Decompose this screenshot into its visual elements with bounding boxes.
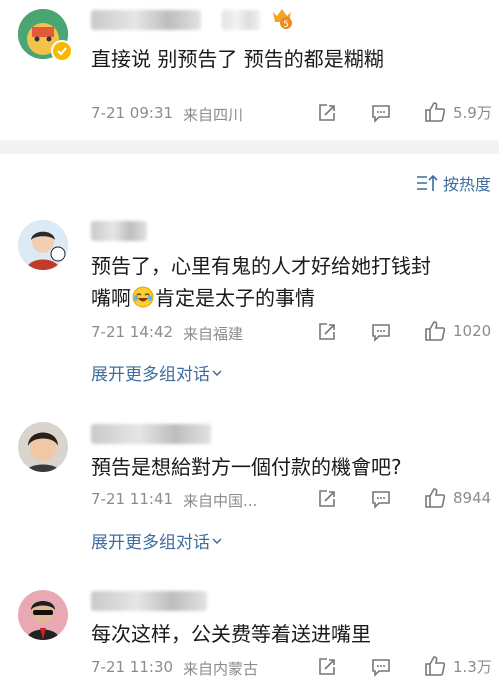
- like-count: 1.3万: [453, 657, 492, 676]
- comment-text-part: 嘴啊: [91, 286, 131, 310]
- comment-location: 来自内蒙古: [183, 660, 259, 678]
- sort-icon: [416, 174, 438, 191]
- comment-location: 来自福建: [183, 325, 244, 343]
- comment-button[interactable]: [370, 102, 392, 124]
- like-icon: [425, 321, 446, 341]
- expand-label: 展开更多组对话: [91, 365, 210, 385]
- share-button[interactable]: [316, 488, 338, 510]
- share-button[interactable]: [316, 321, 338, 343]
- share-icon: [319, 658, 335, 675]
- username-blurred[interactable]: [91, 424, 211, 444]
- comment-time: 7-21 14:42: [91, 323, 174, 341]
- username-blurred[interactable]: [91, 591, 207, 611]
- comment-text: 每次这样，公关费等着送进嘴里: [91, 622, 371, 646]
- share-icon: [319, 490, 335, 507]
- share-button[interactable]: [316, 656, 338, 678]
- comment-text: 直接说 别预告了 预告的都是糊糊: [91, 47, 384, 71]
- share-icon: [319, 104, 335, 121]
- like-count: 5.9万: [453, 103, 492, 122]
- comment-icon: [372, 324, 390, 342]
- comment-icon: [372, 105, 390, 123]
- vip-level-number: 5: [283, 20, 289, 30]
- like-button[interactable]: 5.9万: [423, 100, 492, 124]
- comment-time: 7-21 09:31: [91, 104, 174, 122]
- like-icon: [425, 102, 446, 122]
- expand-more-dialogs-link[interactable]: 展开更多组对话: [91, 528, 224, 553]
- comment-time: 7-21 11:30: [91, 658, 174, 676]
- comment-button[interactable]: [370, 656, 392, 678]
- comment-location: 来自四川: [183, 106, 244, 124]
- like-button[interactable]: 1.3万: [423, 654, 492, 678]
- avatar[interactable]: [18, 590, 68, 640]
- comment-text-part: 肯定是太子的事情: [155, 286, 315, 310]
- like-icon: [425, 656, 446, 676]
- comment-location: 来自中国...: [183, 492, 258, 510]
- comment-button[interactable]: [370, 488, 392, 510]
- comment-text-line2: 嘴啊 肯定是太子的事情: [91, 282, 315, 314]
- like-count: 8944: [453, 489, 492, 507]
- username-blurred[interactable]: [91, 10, 201, 30]
- avatar[interactable]: [18, 220, 68, 270]
- share-icon: [319, 323, 335, 340]
- comment-icon: [372, 491, 390, 509]
- chevron-down-icon: [212, 369, 222, 376]
- sort-by-hot-button[interactable]: 按热度: [415, 171, 491, 195]
- comment-icon: [372, 659, 390, 677]
- sort-label: 按热度: [442, 175, 491, 194]
- like-button[interactable]: 1020: [423, 319, 491, 343]
- section-divider: [0, 140, 499, 154]
- username-blurred-extra: [222, 10, 260, 30]
- like-button[interactable]: 8944: [423, 486, 491, 510]
- comment-button[interactable]: [370, 321, 392, 343]
- share-button[interactable]: [316, 102, 338, 124]
- comment-text-line1: 预告了，心里有鬼的人才好给她打钱封: [91, 254, 431, 278]
- expand-more-dialogs-link[interactable]: 展开更多组对话: [91, 360, 224, 385]
- expand-label: 展开更多组对话: [91, 533, 210, 553]
- chevron-down-icon: [212, 537, 222, 544]
- comment-text: 預告是想給對方一個付款的機會吧?: [91, 455, 402, 479]
- like-icon: [425, 488, 446, 508]
- comment-time: 7-21 11:41: [91, 490, 174, 508]
- username-blurred[interactable]: [91, 221, 147, 241]
- like-count: 1020: [453, 322, 492, 340]
- vip-crown-icon: 5: [271, 6, 293, 30]
- verified-badge-icon: [51, 40, 73, 62]
- laugh-cry-emoji-icon: [132, 286, 154, 308]
- avatar[interactable]: [18, 422, 68, 472]
